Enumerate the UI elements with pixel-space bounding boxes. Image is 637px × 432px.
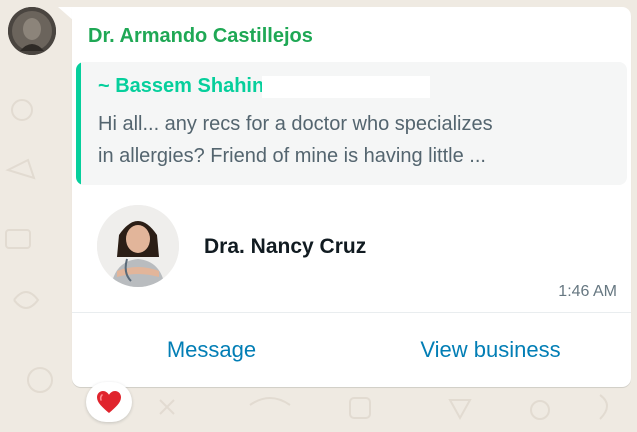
redaction-box: [262, 76, 430, 98]
reaction-badge[interactable]: [86, 382, 132, 422]
quote-text: Hi all... any recs for a doctor who spec…: [98, 108, 548, 172]
red-heart-icon: [97, 391, 121, 413]
quote-text-line: in allergies? Friend of mine is having l…: [98, 145, 486, 167]
view-business-button[interactable]: View business: [351, 313, 630, 387]
sender-avatar[interactable]: [8, 7, 56, 55]
message-bubble: Dr. Armando Castillejos ~ Bassem Shahin …: [72, 7, 631, 387]
message-time: 1:46 AM: [558, 283, 617, 300]
contact-photo[interactable]: [97, 205, 179, 287]
sender-name[interactable]: Dr. Armando Castillejos: [88, 25, 313, 48]
contact-name[interactable]: Dra. Nancy Cruz: [204, 235, 366, 259]
quote-author: ~ Bassem Shahin: [98, 75, 265, 97]
message-button[interactable]: Message: [72, 313, 351, 387]
quote-accent-bar: [76, 62, 81, 185]
quoted-message[interactable]: ~ Bassem Shahin Hi all... any recs for a…: [76, 62, 627, 185]
quote-text-line: Hi all... any recs for a doctor who spec…: [98, 113, 493, 135]
